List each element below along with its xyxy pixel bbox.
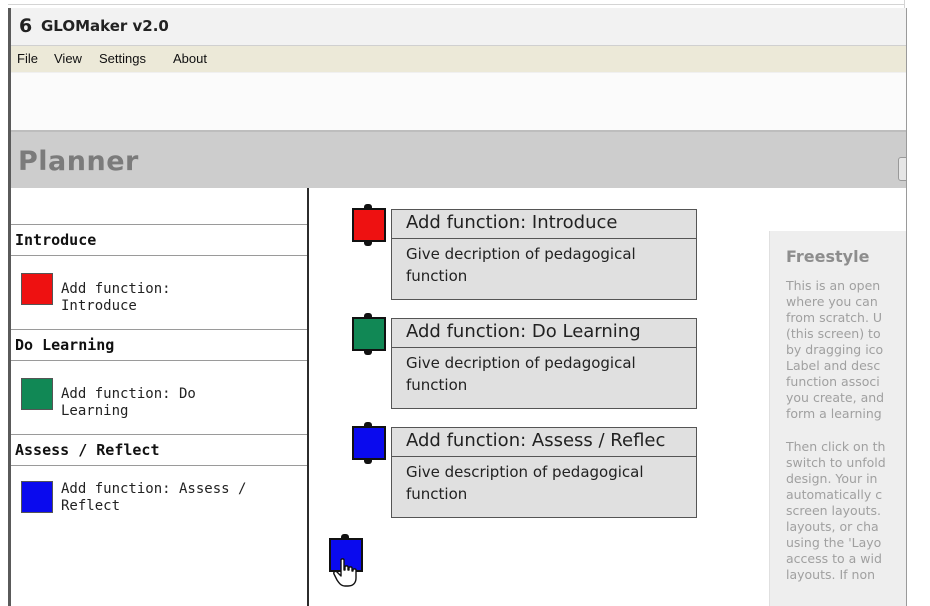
function-node-introduce[interactable]: Add function: Introduce Give decription … (391, 209, 697, 300)
node-title[interactable]: Add function: Do Learning (392, 319, 696, 348)
toolbar-area (11, 72, 906, 131)
connector-bottom (364, 349, 372, 355)
section-heading-label: Introduce (15, 231, 97, 249)
function-node-assess-reflect[interactable]: Add function: Assess / Reflec Give descr… (391, 427, 697, 518)
help-paragraph-1: This is an open where you can from scrat… (786, 278, 885, 421)
node-title[interactable]: Add function: Assess / Reflec (392, 428, 696, 457)
hand-cursor-icon (333, 558, 357, 587)
connector-top (364, 204, 372, 210)
connector-bottom (364, 458, 372, 464)
section-introduce-heading: Introduce (11, 224, 307, 256)
function-palette: Introduce Add function: Introduce Do Lea… (11, 188, 309, 606)
section-heading-label: Assess / Reflect (15, 441, 160, 459)
connector-bottom (364, 240, 372, 246)
section-heading-label: Do Learning (15, 336, 115, 354)
glomaker-logo-icon: 6 (19, 15, 33, 37)
palette-item-label: Add function: Assess / Reflect (61, 481, 247, 514)
menu-file[interactable]: File (17, 51, 38, 66)
app-window: 6 GLOMaker v2.0 File View Settings About… (8, 8, 907, 606)
palette-item-do-learning[interactable]: Add function: Do Learning (21, 378, 291, 419)
introduce-block-icon[interactable] (352, 204, 386, 246)
connector-top (364, 422, 372, 428)
node-description[interactable]: Give decription of pedagogical function (392, 239, 696, 299)
screen-top-edge (8, 4, 930, 5)
header-button-edge[interactable] (898, 157, 906, 181)
section-do-learning-heading: Do Learning (11, 329, 307, 361)
node-title[interactable]: Add function: Introduce (392, 210, 696, 239)
menu-view[interactable]: View (54, 51, 82, 66)
help-heading: Freestyle (786, 247, 870, 266)
planner-header: Planner (11, 130, 906, 190)
introduce-color-icon[interactable] (21, 273, 53, 305)
connector-top (341, 534, 349, 540)
menu-bar: File View Settings About (11, 46, 906, 72)
function-node-do-learning[interactable]: Add function: Do Learning Give decriptio… (391, 318, 697, 409)
palette-item-label: Add function: Do Learning (61, 386, 196, 419)
assess-reflect-block-icon[interactable] (352, 422, 386, 464)
assess-reflect-color-icon[interactable] (21, 481, 53, 513)
connector-top (364, 313, 372, 319)
help-paragraph-2: Then click on th switch to unfold design… (786, 439, 886, 582)
palette-item-introduce[interactable]: Add function: Introduce (21, 273, 291, 314)
palette-item-label: Add function: Introduce (61, 281, 171, 314)
do-learning-color-icon[interactable] (21, 378, 53, 410)
help-panel: Freestyle This is an open where you can … (769, 231, 906, 606)
window-title: GLOMaker v2.0 (41, 17, 169, 35)
node-description[interactable]: Give decription of pedagogical function (392, 348, 696, 408)
window-right-margin (904, 0, 930, 606)
node-description[interactable]: Give description of pedagogical function (392, 457, 696, 517)
menu-settings[interactable]: Settings (99, 51, 146, 66)
do-learning-block-icon[interactable] (352, 313, 386, 355)
palette-item-assess-reflect[interactable]: Add function: Assess / Reflect (21, 481, 291, 521)
menu-about[interactable]: About (173, 51, 207, 66)
page-title: Planner (18, 146, 139, 177)
section-assess-reflect-heading: Assess / Reflect (11, 434, 307, 466)
title-bar: 6 GLOMaker v2.0 (11, 8, 906, 46)
